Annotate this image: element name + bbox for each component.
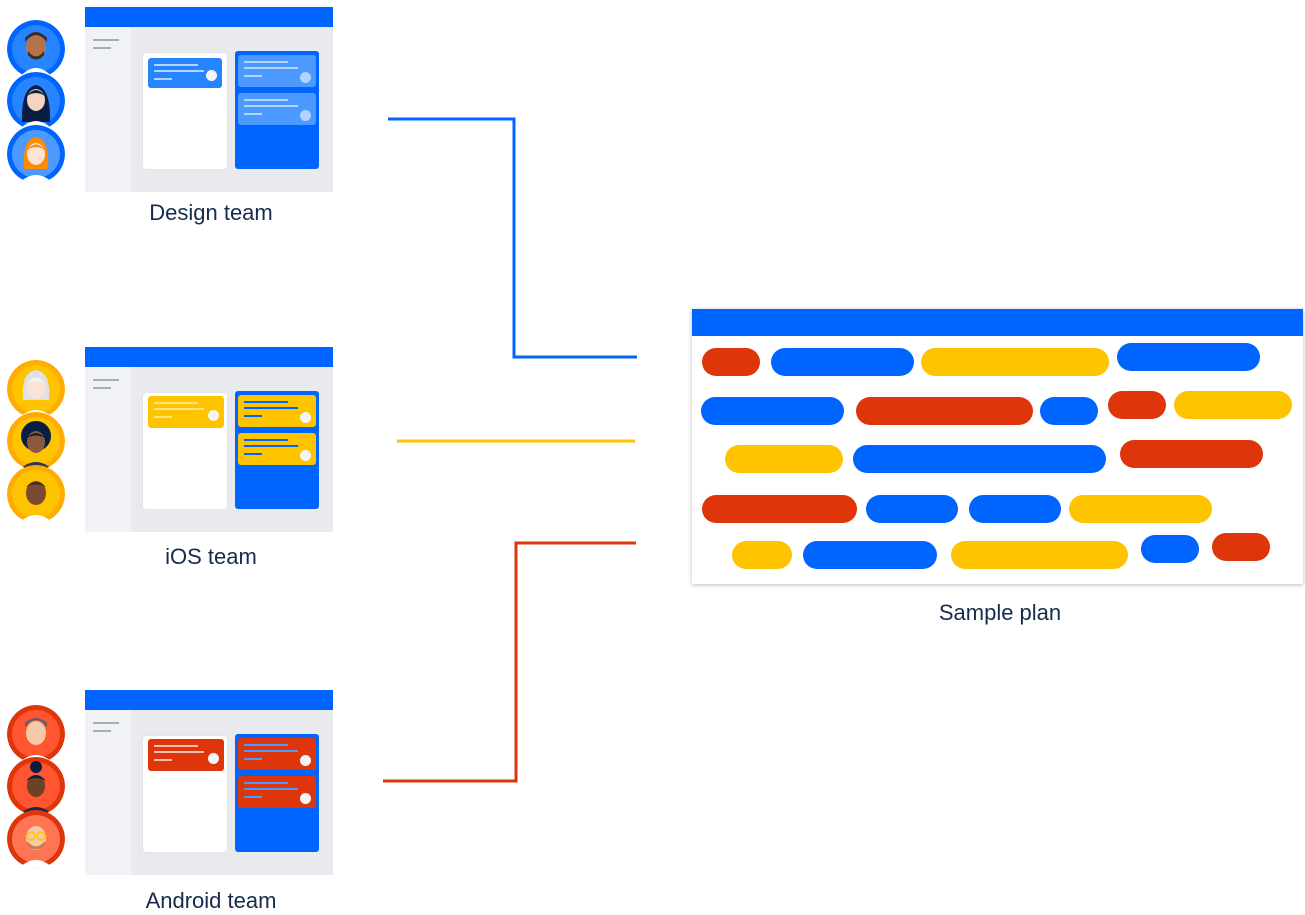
plan-bar bbox=[969, 495, 1061, 523]
plan-bar bbox=[771, 348, 914, 376]
board-card bbox=[148, 396, 224, 428]
board-card bbox=[148, 58, 222, 88]
avatar-man-bald-icon bbox=[7, 465, 65, 523]
plan-bar bbox=[951, 541, 1128, 569]
plan-bar bbox=[1120, 440, 1263, 468]
board-column-todo bbox=[143, 53, 227, 169]
board-card bbox=[238, 433, 316, 465]
plan-bar bbox=[1141, 535, 1199, 563]
avatar-woman-bun-icon bbox=[7, 757, 65, 815]
plan-bar bbox=[1069, 495, 1212, 523]
sample-plan bbox=[692, 309, 1303, 584]
avatar-woman-curly-icon bbox=[7, 412, 65, 470]
board-card bbox=[238, 93, 316, 125]
board-card bbox=[238, 395, 316, 427]
plan-bar bbox=[866, 495, 958, 523]
board-column-done bbox=[235, 734, 319, 852]
board-column-todo bbox=[143, 736, 227, 852]
sample-plan-label: Sample plan bbox=[938, 600, 1062, 625]
plan-bar bbox=[1174, 391, 1292, 419]
board-sidebar bbox=[85, 27, 131, 192]
plan-bar bbox=[702, 348, 760, 376]
android-connector bbox=[383, 541, 636, 783]
plan-bar bbox=[856, 397, 1033, 425]
design-connector bbox=[388, 117, 637, 359]
board-card bbox=[148, 739, 224, 771]
avatar-woman-ginger-icon bbox=[7, 125, 65, 183]
design-board bbox=[85, 7, 333, 192]
avatar-man-glasses-icon bbox=[7, 705, 65, 763]
plan-bar bbox=[803, 541, 937, 569]
board-column-todo bbox=[143, 393, 227, 509]
design-team-label: Design team bbox=[149, 200, 273, 225]
ios-team-label: iOS team bbox=[165, 544, 257, 569]
plan-topbar bbox=[692, 309, 1303, 336]
plan-bar bbox=[1108, 391, 1166, 419]
plan-bar bbox=[725, 445, 843, 473]
board-card bbox=[238, 738, 316, 770]
board-topbar bbox=[85, 7, 333, 27]
android-board bbox=[85, 690, 333, 875]
board-column-done bbox=[235, 51, 319, 169]
board-sidebar bbox=[85, 710, 131, 875]
avatar-man-beard-glasses-icon bbox=[7, 810, 65, 868]
plan-bar bbox=[853, 445, 1106, 473]
board-card bbox=[238, 55, 316, 87]
plan-bar bbox=[1212, 533, 1270, 561]
board-sidebar bbox=[85, 367, 131, 532]
android-team-label: Android team bbox=[145, 888, 277, 913]
ios-board bbox=[85, 347, 333, 532]
board-topbar bbox=[85, 347, 333, 367]
plan-bar bbox=[701, 397, 844, 425]
plan-bar bbox=[702, 495, 857, 523]
avatar-man-beard-icon bbox=[7, 20, 65, 78]
board-card bbox=[238, 776, 316, 808]
plan-bar bbox=[732, 541, 792, 569]
board-topbar bbox=[85, 690, 333, 710]
board-column-done bbox=[235, 391, 319, 509]
avatar-woman-dark-hair-icon bbox=[7, 72, 65, 130]
plan-bar bbox=[1040, 397, 1098, 425]
plan-bar bbox=[1117, 343, 1260, 371]
avatar-woman-white-hair-icon bbox=[7, 360, 65, 418]
plan-bar bbox=[921, 348, 1109, 376]
